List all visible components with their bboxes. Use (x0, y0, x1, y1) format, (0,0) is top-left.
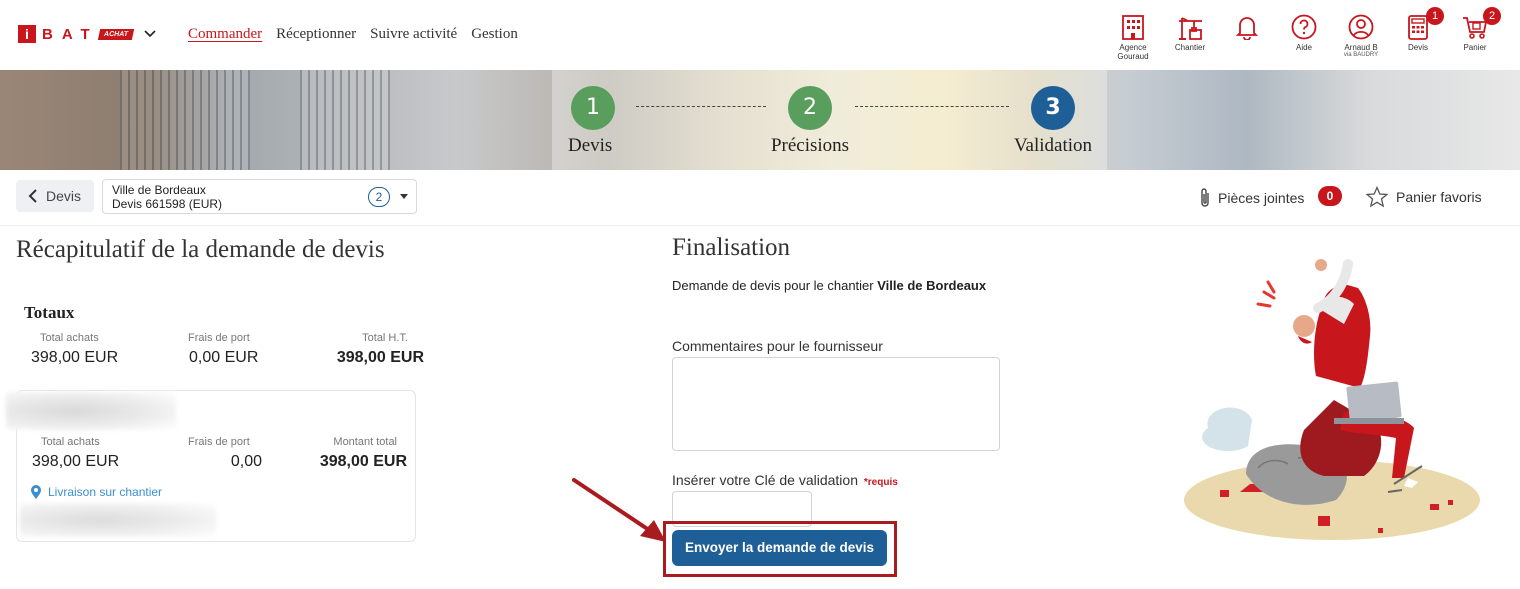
bell-icon (1235, 17, 1259, 40)
tool-chantier-label: Chantier (1174, 43, 1206, 52)
step-3[interactable]: 3 Validation (1008, 86, 1098, 157)
validation-key-label-text: Insérer votre Clé de validation (672, 472, 858, 488)
tool-chantier[interactable]: Chantier (1162, 12, 1218, 52)
supplier-shipping: Frais de port 0,00 (188, 436, 262, 471)
tool-agence-sub: Gouraud (1117, 52, 1149, 61)
totals-heading: Totaux (24, 303, 75, 322)
caret-down-icon (400, 194, 408, 199)
supplier-total-amount-value: 398,00 EUR (319, 453, 407, 470)
finalisation-site-name: Ville de Bordeaux (877, 278, 987, 293)
recap-title: Récapitulatif de la demande de devis (16, 236, 385, 263)
stepper-banner: 1 Devis 2 Précisions 3 Validation (0, 70, 1520, 170)
step-connector-1 (636, 106, 766, 107)
chevron-left-icon (28, 189, 37, 203)
nav-item-suivre-activite[interactable]: Suivre activité (370, 26, 457, 43)
panier-count-badge: 2 (1483, 7, 1501, 25)
finalisation-desc-prefix: Demande de devis pour le chantier (672, 278, 878, 293)
back-button-label: Devis (46, 188, 82, 204)
star-icon (1366, 186, 1388, 208)
logo-bat: BAT (42, 25, 99, 43)
chevron-down-icon[interactable] (143, 27, 157, 41)
tool-panier-label: Panier (1463, 43, 1487, 52)
nav-item-commander[interactable]: Commander (188, 26, 262, 43)
supplier-total-amount-label: Montant total (333, 436, 397, 448)
finalisation-title: Finalisation (672, 234, 791, 261)
total-purchases-value: 398,00 EUR (31, 349, 119, 366)
supplier-shipping-value: 0,00 (230, 453, 262, 470)
paperclip-icon (1201, 188, 1209, 207)
banner-building-image (120, 70, 250, 170)
total-ht-value: 398,00 EUR (336, 349, 424, 366)
banner-building-image-2 (300, 70, 390, 170)
logo-i: i (18, 25, 36, 43)
worker-illustration (1184, 259, 1480, 540)
blurred-supplier-name (6, 392, 176, 430)
comment-label: Commentaires pour le fournisseur (672, 338, 883, 354)
step-3-label: Validation (1013, 135, 1093, 156)
attachments-count-badge: 0 (1318, 186, 1342, 206)
tool-user-sub: via BAUDRY (1343, 52, 1379, 58)
building-icon (1122, 15, 1144, 40)
tool-agence-label: Agence (1119, 43, 1147, 52)
tool-devis-label: Devis (1407, 43, 1428, 52)
supplier-total-purchases-value: 398,00 EUR (32, 453, 120, 470)
tool-notifications[interactable] (1219, 12, 1275, 40)
required-marker: *requis (863, 477, 898, 488)
supplier-shipping-label: Frais de port (188, 436, 250, 448)
back-button[interactable]: Devis (16, 180, 94, 212)
step-connector-2 (855, 106, 1009, 107)
finalisation-description: Demande de devis pour le chantier Ville … (672, 278, 986, 293)
supplier-total-purchases-label: Total achats (41, 436, 100, 448)
logo-achat-tag: ACHAT (97, 28, 134, 40)
tool-panier[interactable]: Panier 2 (1447, 7, 1503, 52)
send-quote-request-button[interactable]: Envoyer la demande de devis (672, 530, 887, 566)
devis-count: 2 (368, 187, 390, 207)
total-ht: Total H.T. 398,00 EUR (322, 332, 424, 367)
attachments-link[interactable]: Pièces jointes (1198, 187, 1304, 209)
tool-aide-label: Aide (1295, 43, 1312, 52)
blurred-site-address (20, 503, 216, 537)
crane-icon (1179, 17, 1202, 40)
map-pin-icon (31, 485, 41, 499)
top-header: i BAT ACHAT Commander Réceptionner Suivr… (0, 0, 1520, 70)
nav-item-gestion[interactable]: Gestion (471, 26, 518, 43)
favorites-cart-link[interactable]: Panier favoris (1366, 186, 1482, 208)
main-nav: Commander Réceptionner Suivre activité G… (188, 26, 518, 43)
supplier-total-purchases: Total achats 398,00 EUR (32, 436, 119, 471)
total-purchases: Total achats 398,00 EUR (31, 332, 118, 367)
supplier-comment-field[interactable] (672, 357, 1000, 451)
shipping-fees-label: Frais de port (188, 332, 250, 344)
step-2-number: 2 (788, 86, 832, 130)
attachments-label: Pièces jointes (1218, 190, 1305, 206)
user-icon (1348, 14, 1374, 40)
supplier-total-amount: Montant total 398,00 EUR (316, 436, 407, 471)
total-ht-label: Total H.T. (362, 332, 408, 344)
shipping-fees: Frais de port 0,00 EUR (188, 332, 258, 367)
tool-devis[interactable]: Devis 1 (1390, 7, 1446, 52)
step-1-label: Devis (568, 135, 613, 156)
step-3-number: 3 (1031, 86, 1075, 130)
delivery-info: Livraison sur chantier (30, 484, 162, 500)
step-2-label: Précisions (770, 135, 850, 156)
validation-key-label: Insérer votre Clé de validation *requis (672, 472, 898, 488)
highlight-arrow (572, 478, 666, 542)
step-2[interactable]: 2 Précisions (765, 86, 855, 157)
devis-count-badge: 1 (1426, 7, 1444, 25)
step-1-number: 1 (571, 86, 615, 130)
tool-aide[interactable]: Aide (1276, 12, 1332, 52)
shipping-fees-value: 0,00 EUR (189, 349, 259, 366)
context-bar: Devis Ville de Bordeaux Devis 661598 (EU… (0, 170, 1520, 226)
tool-user-label: Arnaud B (1344, 43, 1378, 52)
total-purchases-label: Total achats (40, 332, 99, 344)
ibat-achat-logo[interactable]: i BAT ACHAT (18, 25, 157, 43)
devis-select[interactable]: Ville de Bordeaux Devis 661598 (EUR) 2 (102, 179, 417, 214)
delivery-label: Livraison sur chantier (48, 485, 163, 499)
tool-agence[interactable]: Agence Gouraud (1105, 12, 1161, 61)
step-1[interactable]: 1 Devis (568, 86, 616, 157)
tool-user[interactable]: Arnaud B via BAUDRY (1333, 12, 1389, 59)
nav-item-receptionner[interactable]: Réceptionner (276, 26, 356, 43)
help-icon (1291, 14, 1317, 40)
favorites-label: Panier favoris (1396, 189, 1482, 205)
